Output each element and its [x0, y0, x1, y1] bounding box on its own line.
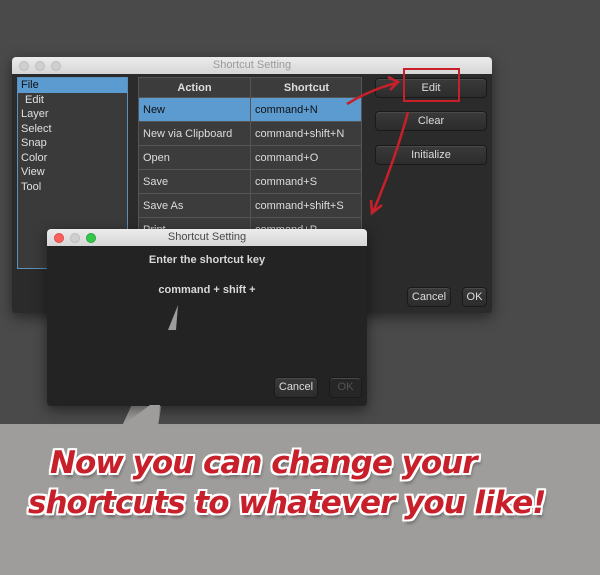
caption-line-1: Now you can change your: [50, 445, 477, 481]
dialog-title-bar: Shortcut Setting: [47, 229, 367, 246]
close-button[interactable]: [54, 233, 64, 243]
shortcut-key-display[interactable]: command + shift +: [47, 284, 367, 296]
dialog-ok-button[interactable]: OK: [329, 377, 362, 398]
caption-line-2: shortcuts to whatever you like!: [28, 485, 546, 521]
arrow-to-edit: [346, 81, 397, 106]
dialog-title: Shortcut Setting: [167, 231, 247, 243]
dialog-cancel-button[interactable]: Cancel: [274, 377, 318, 398]
arrow-to-dialog: [371, 111, 410, 213]
enter-shortcut-dialog: Shortcut Setting Enter the shortcut key …: [47, 229, 367, 406]
zoom-button[interactable]: [86, 233, 96, 243]
highlight-box: [403, 68, 460, 102]
dialog-prompt: Enter the shortcut key: [148, 254, 266, 266]
minimize-button[interactable]: [70, 233, 80, 243]
